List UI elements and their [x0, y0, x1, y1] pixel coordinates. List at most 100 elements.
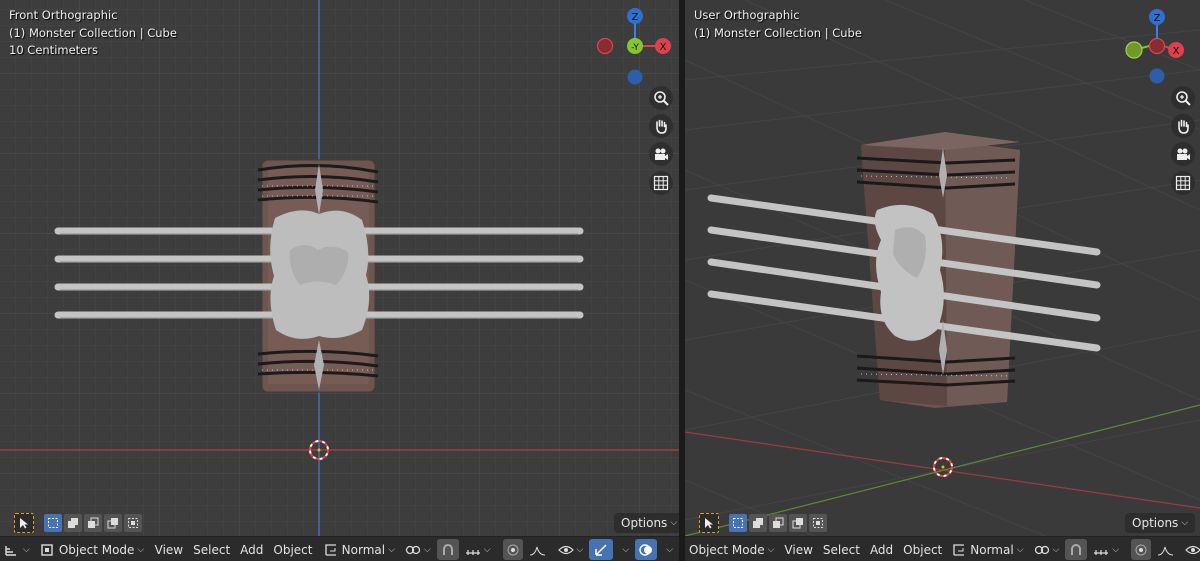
select-box-icon[interactable] [699, 513, 719, 533]
front-orthographic-viewport[interactable]: Front Orthographic (1) Monster Collectio… [0, 0, 679, 536]
select-invert-icon[interactable] [789, 514, 807, 532]
view-name: Front Orthographic [9, 8, 118, 22]
chevron-down-icon: ⌵ [483, 544, 491, 555]
select-intersect-icon[interactable] [809, 514, 827, 532]
proportional-toggle[interactable] [502, 539, 523, 560]
chevron-down-icon: ⌵ [23, 544, 30, 555]
3d-cursor [933, 457, 953, 477]
transform-icon [5, 545, 16, 556]
chevron-down-icon: ⌵ [1181, 518, 1189, 528]
overlay-toggle[interactable] [635, 539, 658, 560]
falloff-dropdown[interactable] [1153, 539, 1179, 560]
menu-object[interactable]: Object [899, 539, 946, 560]
chevron-down-icon: ⌵ [670, 518, 678, 528]
object-mode-label: Object Mode [689, 542, 765, 557]
select-new-icon[interactable] [44, 514, 62, 532]
editor-type-dropdown[interactable]: ⌵ [0, 539, 34, 560]
viewport-header: Object Mode ⌵ View Select Add Object Norm… [685, 536, 1200, 561]
select-new-icon[interactable] [729, 514, 747, 532]
options-dropdown[interactable]: Options ⌵ [1125, 513, 1196, 533]
chevron-down-icon: ⌵ [1112, 544, 1120, 555]
object-mode-label: Object Mode [58, 542, 135, 557]
camera-icon[interactable] [1171, 142, 1195, 166]
select-mode-tools [699, 513, 829, 533]
viewport-header: ⌵ Object Mode ⌵ View Select Add Object No… [0, 536, 679, 561]
snap-increment-icon [1094, 549, 1109, 555]
menu-add[interactable]: Add [866, 539, 897, 560]
gizmo-neg-z-ball [1149, 68, 1165, 84]
snap-target-dropdown[interactable]: ⌵ [461, 539, 495, 560]
hand-icon[interactable] [1171, 114, 1195, 138]
svg-text:X: X [1173, 46, 1180, 57]
select-subtract-icon[interactable] [769, 514, 787, 532]
menu-select[interactable]: Select [189, 539, 234, 560]
zoom-icon[interactable] [1171, 86, 1195, 110]
object-mode-icon [41, 543, 53, 556]
proportional-toggle[interactable] [1131, 539, 1152, 560]
menu-select[interactable]: Select [819, 539, 864, 560]
falloff-icon [529, 546, 545, 555]
overlay-icon [639, 543, 653, 556]
snap-icon [1071, 543, 1082, 555]
pivot-point-dropdown[interactable]: ⌵ [1030, 539, 1064, 560]
navigation-gizmo[interactable]: Z X [1110, 4, 1200, 94]
select-box-icon[interactable] [14, 513, 34, 533]
chevron-down-icon: ⌵ [423, 544, 431, 555]
zoom-icon[interactable] [649, 86, 673, 110]
menu-object[interactable]: Object [269, 539, 316, 560]
user-orthographic-viewport[interactable]: User Orthographic (1) Monster Collection… [685, 0, 1200, 536]
select-extend-icon[interactable] [749, 514, 767, 532]
visibility-dropdown[interactable]: ⌵ [554, 539, 588, 560]
menu-view[interactable]: View [780, 539, 816, 560]
transform-orientation-dropdown[interactable]: Normal ⌵ [320, 539, 399, 560]
transform-orientation-dropdown[interactable]: Normal ⌵ [948, 539, 1027, 560]
select-subtract-icon[interactable] [84, 514, 102, 532]
proportional-icon [1135, 544, 1147, 555]
snap-toggle[interactable] [1065, 539, 1088, 560]
select-invert-icon[interactable] [104, 514, 122, 532]
select-intersect-icon[interactable] [124, 514, 142, 532]
falloff-dropdown[interactable] [525, 539, 551, 560]
menu-view[interactable]: View [151, 539, 187, 560]
gizmo-neg-z-ball [627, 69, 643, 85]
object-mode-dropdown[interactable]: Object Mode ⌵ [36, 539, 148, 560]
orientation-icon [325, 543, 336, 556]
gizmo-toggle[interactable] [589, 539, 614, 560]
pivot-point-dropdown[interactable]: ⌵ [401, 539, 435, 560]
link-icon [405, 545, 421, 554]
options-label: Options [1132, 516, 1179, 530]
gizmo-y-ball [1125, 41, 1143, 59]
gizmo-neg-x-ball [596, 37, 614, 55]
right-viewport-pane[interactable]: User Orthographic (1) Monster Collection… [685, 0, 1200, 561]
chevron-down-icon: ⌵ [1016, 544, 1024, 555]
gizmo-dropdown[interactable]: ⌵ [615, 539, 633, 560]
visibility-dropdown[interactable] [1181, 539, 1200, 560]
navigation-gizmo[interactable]: Z X -Y [590, 4, 679, 94]
select-extend-icon[interactable] [64, 514, 82, 532]
snap-increment-icon [465, 549, 480, 555]
snap-toggle[interactable] [436, 539, 459, 560]
orientation-label: Normal [970, 542, 1014, 557]
viewport-info-overlay: User Orthographic (1) Monster Collection… [694, 7, 862, 42]
grid-icon[interactable] [649, 171, 673, 195]
snap-target-dropdown[interactable]: ⌵ [1089, 539, 1123, 560]
viewport-info-overlay: Front Orthographic (1) Monster Collectio… [9, 7, 177, 60]
chevron-down-icon: ⌵ [1052, 544, 1060, 555]
gizmo-icon [595, 543, 607, 556]
grid-icon[interactable] [1171, 171, 1195, 195]
options-dropdown[interactable]: Options ⌵ [614, 513, 679, 533]
chevron-down-icon: ⌵ [137, 544, 145, 555]
left-viewport-pane[interactable]: Front Orthographic (1) Monster Collectio… [0, 0, 679, 561]
overlay-dropdown[interactable]: ⌵ [659, 539, 677, 560]
eye-icon [1185, 545, 1200, 554]
hand-icon[interactable] [649, 114, 673, 138]
eye-icon [557, 545, 574, 554]
menu-add[interactable]: Add [236, 539, 267, 560]
svg-text:-Y: -Y [631, 43, 639, 53]
chevron-down-icon: ⌵ [576, 544, 584, 555]
object-mode-dropdown[interactable]: Object Mode ⌵ [685, 539, 778, 560]
camera-icon[interactable] [649, 142, 673, 166]
view-name: User Orthographic [694, 8, 800, 22]
snap-icon [442, 543, 453, 555]
gizmo-neg-x-ball [1148, 37, 1166, 55]
